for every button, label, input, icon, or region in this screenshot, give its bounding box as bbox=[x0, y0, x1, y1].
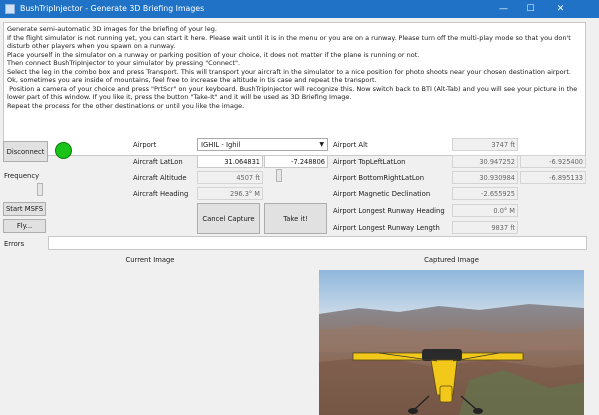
aircraft-lon-field[interactable]: -7.248806 bbox=[264, 155, 328, 168]
aircraft-heading-label: Aircraft Heading bbox=[133, 190, 189, 198]
longest-runway-heading-field: 0.0° M bbox=[452, 204, 518, 217]
aircraft-heading-field: 296.3° M bbox=[197, 187, 263, 200]
captured-image-scene bbox=[319, 270, 584, 415]
aircraft-latlon-label: Aircraft LatLon bbox=[133, 158, 183, 166]
airport-bottomright-lon-field: -6.895133 bbox=[520, 171, 586, 184]
airport-bottomright-label: Airport BottomRightLatLon bbox=[333, 174, 425, 182]
airport-combobox[interactable]: IGHIL - Ighil ▼ bbox=[197, 138, 328, 151]
current-image-label: Current Image bbox=[125, 256, 175, 264]
title-bar: BushTripInjector - Generate 3D Briefing … bbox=[0, 0, 599, 18]
airport-selected-value: IGHIL - Ighil bbox=[201, 140, 241, 149]
window-title: BushTripInjector - Generate 3D Briefing … bbox=[20, 4, 205, 13]
fly-button[interactable]: Fly... bbox=[3, 219, 46, 233]
aircraft-lat-field[interactable]: 31.064831 bbox=[197, 155, 263, 168]
app-icon bbox=[5, 4, 15, 14]
aircraft-altitude-label: Aircraft Altitude bbox=[133, 174, 187, 182]
airport-topleft-lon-field: -6.925400 bbox=[520, 155, 586, 168]
aircraft-altitude-field: 4507 ft bbox=[197, 171, 263, 184]
frequency-slider[interactable] bbox=[37, 183, 43, 196]
frequency-label: Frequency bbox=[4, 172, 40, 180]
longest-runway-heading-label: Airport Longest Runway Heading bbox=[333, 207, 445, 215]
captured-image-label: Captured Image bbox=[424, 256, 479, 264]
close-icon[interactable]: ✕ bbox=[547, 0, 574, 18]
maximize-icon[interactable]: ☐ bbox=[517, 0, 544, 18]
minimize-icon[interactable]: — bbox=[490, 0, 517, 18]
altitude-slider[interactable] bbox=[276, 169, 282, 182]
scrollbar[interactable] bbox=[588, 22, 597, 156]
errors-field bbox=[48, 236, 587, 250]
airport-topleft-label: Airport TopLeftLatLon bbox=[333, 158, 406, 166]
chevron-down-icon: ▼ bbox=[319, 141, 324, 148]
disconnect-button[interactable]: Disconnect bbox=[3, 141, 48, 162]
airport-topleft-lat-field: 30.947252 bbox=[452, 155, 518, 168]
instructions-text: Generate semi-automatic 3D images for th… bbox=[3, 22, 586, 156]
connection-status-indicator bbox=[55, 142, 72, 159]
airport-magdecl-label: Airport Magnetic Declination bbox=[333, 190, 431, 198]
airport-alt-label: Airport Alt bbox=[333, 141, 368, 149]
take-it-button[interactable]: Take it! bbox=[264, 203, 327, 234]
airport-label: Airport bbox=[133, 141, 157, 149]
errors-label: Errors bbox=[4, 240, 25, 248]
airport-bottomright-lat-field: 30.930984 bbox=[452, 171, 518, 184]
captured-image bbox=[319, 270, 584, 415]
longest-runway-length-field: 9837 ft bbox=[452, 221, 518, 234]
airport-magdecl-field: -2.655925 bbox=[452, 187, 518, 200]
start-msfs-button[interactable]: Start MSFS bbox=[3, 202, 46, 216]
longest-runway-length-label: Airport Longest Runway Length bbox=[333, 224, 440, 232]
cancel-capture-button[interactable]: Cancel Capture bbox=[197, 203, 260, 234]
airport-alt-field: 3747 ft bbox=[452, 138, 518, 151]
